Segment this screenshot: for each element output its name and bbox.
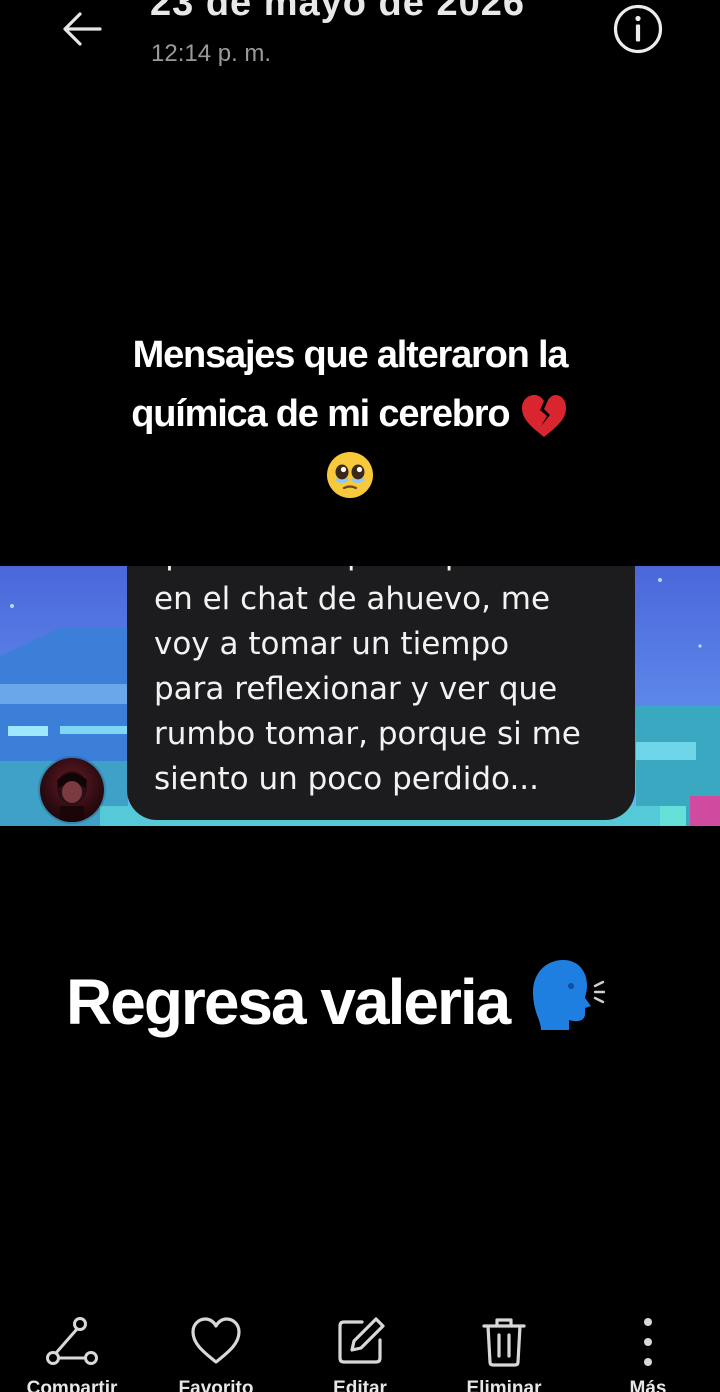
chat-screenshot: que tenes a participar en el chat de ahu…	[0, 566, 720, 826]
share-button[interactable]: Compartir	[12, 1300, 132, 1392]
arrow-left-icon	[63, 12, 102, 46]
bottom-action-bar: Compartir Favorito Editar Eliminar Más	[0, 1300, 720, 1392]
caption-line-2: química de mi cerebro	[80, 385, 620, 444]
meme-bottom-text-label: Regresa valeria	[66, 966, 511, 1038]
delete-button[interactable]: Eliminar	[444, 1300, 564, 1392]
broken-heart-icon	[521, 394, 566, 437]
photo-time: 12:14 p. m.	[151, 40, 272, 67]
caption-line-3	[80, 444, 620, 503]
heart-icon	[188, 1314, 244, 1370]
more-vertical-icon	[620, 1314, 676, 1370]
edit-icon	[332, 1314, 388, 1370]
caption-line-1: Mensajes que alteraron la	[132, 334, 569, 376]
favorite-button[interactable]: Favorito	[156, 1300, 276, 1392]
chat-line: en el chat de ahuevo, me	[154, 581, 551, 617]
edit-button[interactable]: Editar	[300, 1300, 420, 1392]
more-label: Más	[629, 1378, 667, 1392]
photo-date: 23 de mayo de 2026	[150, 0, 525, 24]
pleading-face-icon	[327, 451, 373, 498]
chat-bubble-text: que tenes a participar en el chat de ahu…	[154, 566, 624, 802]
trash-icon	[476, 1314, 532, 1370]
avatar[interactable]	[40, 758, 104, 822]
chat-line: para reflexionar y ver que	[154, 671, 558, 707]
speaking-head-icon	[533, 960, 605, 1030]
info-button[interactable]	[612, 3, 664, 55]
meme-caption: Mensajes que alteraron la química de mi …	[80, 326, 620, 503]
delete-label: Eliminar	[466, 1378, 542, 1392]
chat-line: que tenes a participar	[154, 566, 624, 577]
chat-line: rumbo tomar, porque si me	[154, 716, 581, 752]
chat-line: voy a tomar un tiempo	[154, 626, 510, 662]
edit-label: Editar	[333, 1378, 387, 1392]
chat-line: siento un poco perdido...	[154, 761, 540, 797]
more-button[interactable]: Más	[588, 1300, 708, 1392]
favorite-label: Favorito	[178, 1378, 254, 1392]
share-icon	[44, 1314, 100, 1370]
info-icon	[613, 4, 663, 54]
image-viewer: 23 de mayo de 2026 12:14 p. m. Mensajes …	[0, 0, 720, 1392]
avatar-image	[57, 771, 87, 822]
meme-bottom-text: Regresa valeria	[66, 958, 605, 1039]
caption-line-2-text: química de mi cerebro	[131, 393, 510, 435]
back-button[interactable]	[52, 2, 112, 54]
share-label: Compartir	[26, 1378, 118, 1392]
